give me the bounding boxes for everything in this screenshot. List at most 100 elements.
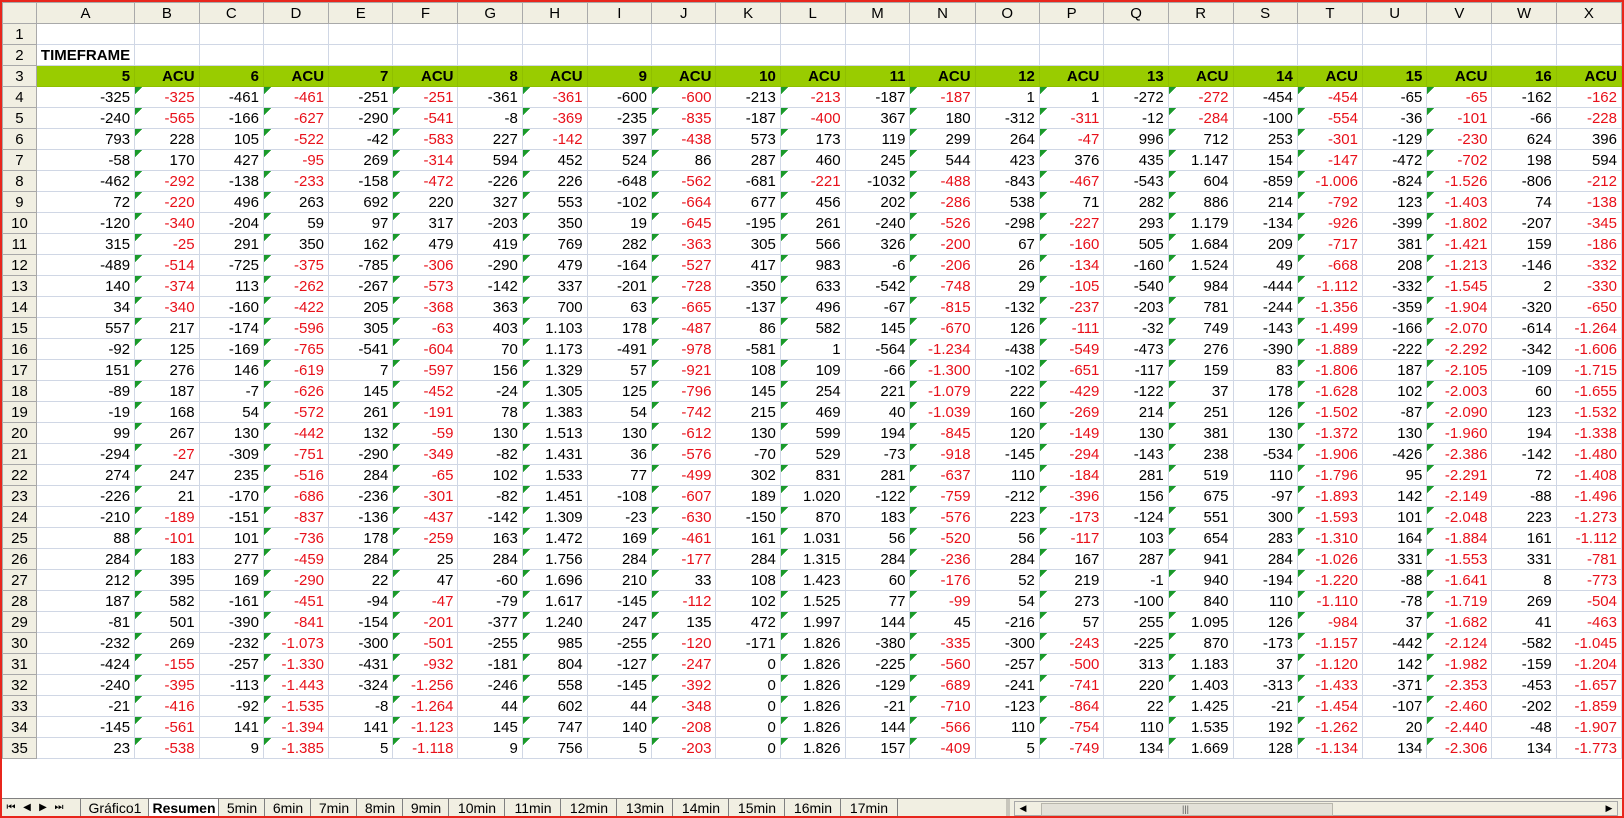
row-header[interactable]: 32 [2,674,37,696]
table-cell[interactable]: -117 [1038,527,1105,549]
table-cell[interactable]: 178 [1232,380,1298,402]
table-cell[interactable]: -298 [974,212,1040,234]
table-cell[interactable]: 187 [134,380,200,402]
table-cell[interactable]: -2.386 [1426,443,1493,465]
table-cell[interactable]: -21 [35,695,136,717]
table-cell[interactable]: -286 [909,191,976,213]
table-cell[interactable]: 19 [586,212,652,234]
table-cell[interactable]: -461 [262,86,330,108]
table-cell[interactable]: 227 [457,128,523,150]
table-cell[interactable]: 226 [521,170,588,192]
table-cell[interactable]: 156 [1103,485,1169,507]
table-cell[interactable]: -1.338 [1555,422,1622,444]
table-cell[interactable]: -504 [1555,590,1622,612]
table-cell[interactable]: 44 [586,695,652,717]
table-cell[interactable]: -6 [844,254,911,276]
table-cell[interactable]: -488 [909,170,976,192]
table-cell[interactable]: 269 [328,149,394,171]
table-cell[interactable]: -251 [328,86,394,108]
table-cell[interactable]: 403 [457,317,523,339]
table-cell[interactable]: -1.264 [1555,317,1622,339]
timeframe-header-cell[interactable]: 7 [328,65,394,87]
last-sheet-icon[interactable]: ⏭ [53,801,65,815]
column-header[interactable]: D [262,2,330,24]
sheet-tab[interactable]: 9min [402,799,450,816]
table-cell[interactable]: 557 [35,317,136,339]
sheet-tab[interactable]: 7min [310,799,358,816]
column-header[interactable]: J [650,2,717,24]
table-cell[interactable]: 284 [328,464,394,486]
table-cell[interactable]: -164 [586,254,652,276]
table-cell[interactable]: 1.525 [779,590,846,612]
table-cell[interactable]: 36 [586,443,652,465]
table-cell[interactable]: -150 [715,506,781,528]
table-cell[interactable]: -348 [650,695,717,717]
table-cell[interactable]: -210 [35,506,136,528]
cell[interactable] [1555,44,1622,66]
row-header[interactable]: 33 [2,695,37,717]
table-cell[interactable]: -82 [457,485,523,507]
sheet-tab[interactable]: 15min [728,799,786,816]
timeframe-header-cell[interactable]: ACU [1167,65,1234,87]
table-cell[interactable]: 269 [134,632,200,654]
table-cell[interactable]: -149 [1038,422,1105,444]
table-cell[interactable]: -538 [134,737,200,759]
table-cell[interactable]: 220 [392,191,459,213]
table-cell[interactable]: 582 [134,590,200,612]
table-cell[interactable]: -2.048 [1426,506,1493,528]
table-cell[interactable]: -187 [844,86,911,108]
table-cell[interactable]: 105 [198,128,264,150]
table-cell[interactable]: -132 [974,296,1040,318]
table-cell[interactable]: 381 [1167,422,1234,444]
table-cell[interactable]: 135 [650,611,717,633]
table-cell[interactable]: 479 [521,254,588,276]
table-cell[interactable]: -1.628 [1296,380,1363,402]
table-cell[interactable]: -120 [650,632,717,654]
table-cell[interactable]: -236 [909,548,976,570]
table-cell[interactable]: -301 [392,485,459,507]
table-cell[interactable]: -1.264 [392,695,459,717]
table-cell[interactable]: -815 [909,296,976,318]
table-cell[interactable]: -785 [328,254,394,276]
table-cell[interactable]: -359 [1361,296,1428,318]
table-cell[interactable]: -142 [521,128,588,150]
cell[interactable] [392,44,459,66]
table-cell[interactable]: -246 [457,674,523,696]
table-cell[interactable]: 264 [974,128,1040,150]
table-cell[interactable]: -88 [1361,569,1428,591]
table-cell[interactable]: 781 [1167,296,1234,318]
column-header[interactable]: T [1296,2,1363,24]
table-cell[interactable]: -1.499 [1296,317,1363,339]
table-cell[interactable]: 0 [715,737,781,759]
table-cell[interactable]: 747 [521,716,588,738]
scroll-right-icon[interactable]: ▶ [1603,802,1615,815]
table-cell[interactable]: 452 [521,149,588,171]
table-cell[interactable]: -82 [457,443,523,465]
table-cell[interactable]: -247 [650,653,717,675]
table-cell[interactable]: 331 [1491,548,1557,570]
table-cell[interactable]: -1.112 [1555,527,1622,549]
table-cell[interactable]: -473 [1103,338,1169,360]
table-cell[interactable]: 1.309 [521,506,588,528]
column-header[interactable]: R [1167,2,1234,24]
table-cell[interactable]: 305 [328,317,394,339]
table-cell[interactable]: 0 [715,695,781,717]
table-cell[interactable]: -438 [650,128,717,150]
sheet-tab[interactable]: Resumen [148,799,220,816]
table-cell[interactable]: -637 [909,464,976,486]
table-cell[interactable]: -648 [586,170,652,192]
table-cell[interactable]: 5 [586,737,652,759]
table-cell[interactable]: -1.889 [1296,338,1363,360]
table-cell[interactable]: -374 [134,275,200,297]
table-cell[interactable]: 101 [198,527,264,549]
table-cell[interactable]: -751 [262,443,330,465]
table-cell[interactable]: 984 [1167,275,1234,297]
table-cell[interactable]: 125 [586,380,652,402]
table-cell[interactable]: 396 [1555,128,1622,150]
table-cell[interactable]: -781 [1555,548,1622,570]
table-cell[interactable]: 283 [1232,527,1298,549]
table-cell[interactable]: -541 [328,338,394,360]
table-cell[interactable]: -155 [134,653,200,675]
row-header[interactable]: 8 [2,170,37,192]
table-cell[interactable]: 97 [328,212,394,234]
